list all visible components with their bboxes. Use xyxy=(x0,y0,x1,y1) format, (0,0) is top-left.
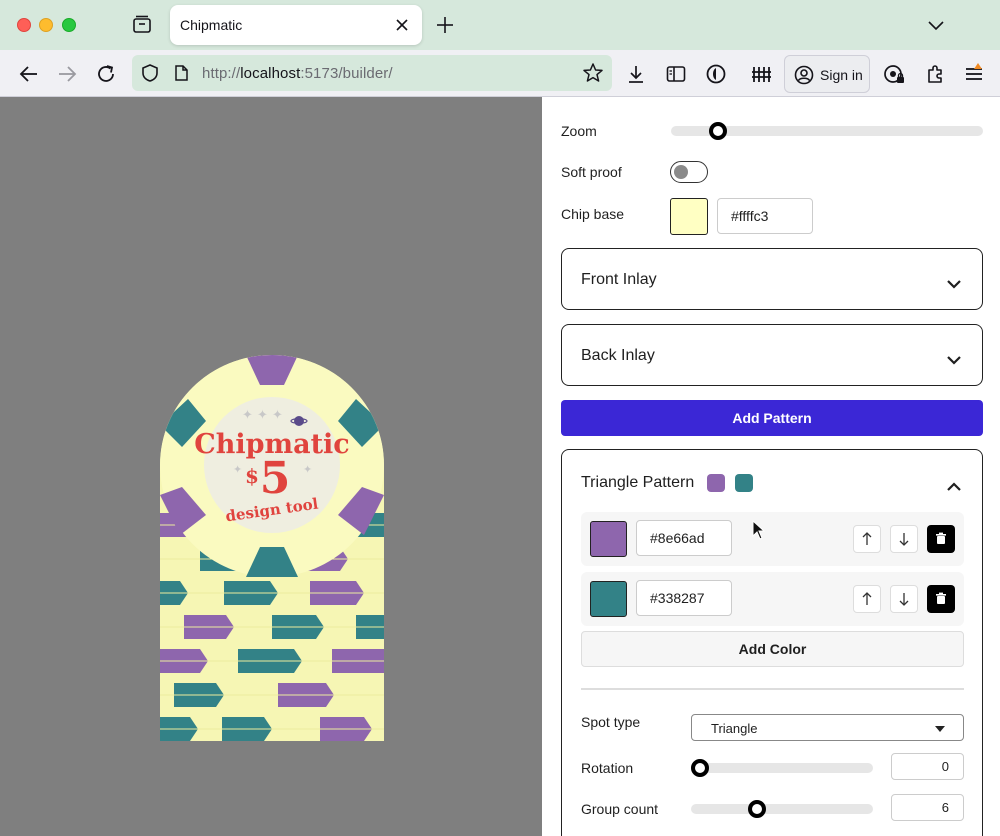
pattern-color-swatch[interactable] xyxy=(590,581,627,617)
rotation-slider[interactable] xyxy=(691,759,873,777)
pattern-color-row: #8e66ad xyxy=(581,512,964,566)
rotation-input[interactable]: 0 xyxy=(891,753,964,780)
move-up-button[interactable] xyxy=(853,525,881,553)
address-bar[interactable]: http://localhost:5173/builder/ xyxy=(132,55,612,91)
mouse-cursor-icon xyxy=(752,520,766,540)
sign-in-label: Sign in xyxy=(820,67,863,83)
spot-type-value: Triangle xyxy=(711,721,758,736)
reload-icon[interactable] xyxy=(94,62,118,86)
arrow-down-icon xyxy=(899,593,909,606)
chip-base-color-swatch[interactable] xyxy=(670,198,708,235)
arrow-up-icon xyxy=(862,592,872,605)
url-text[interactable]: http://localhost:5173/builder/ xyxy=(202,65,393,82)
maximize-window-button[interactable] xyxy=(62,18,76,32)
section-divider xyxy=(581,688,964,690)
rotation-label: Rotation xyxy=(581,760,634,776)
chip-dollar-sign: $ xyxy=(245,464,259,488)
group-count-slider[interactable] xyxy=(691,800,873,818)
reader-view-icon[interactable] xyxy=(664,62,688,86)
back-inlay-accordion[interactable]: Back Inlay xyxy=(561,324,983,386)
svg-text:✦: ✦ xyxy=(233,463,242,476)
move-down-button[interactable] xyxy=(890,525,918,553)
bookmark-star-icon[interactable] xyxy=(582,62,604,84)
pattern-color-row: #338287 xyxy=(581,572,964,626)
extensions-puzzle-icon[interactable] xyxy=(923,62,947,86)
trash-icon xyxy=(936,532,946,544)
sign-in-button[interactable]: Sign in xyxy=(784,55,870,93)
group-count-slider-thumb[interactable] xyxy=(748,800,767,818)
extension-fence-icon[interactable] xyxy=(749,62,773,86)
pattern-color-dot xyxy=(707,474,725,492)
chevron-down-icon[interactable] xyxy=(945,275,963,293)
back-arrow-icon[interactable] xyxy=(17,62,41,86)
svg-text:✦ ✦ ✦: ✦ ✦ ✦ xyxy=(242,408,283,423)
chevron-down-icon[interactable] xyxy=(925,14,947,36)
browser-tab-active[interactable]: Chipmatic xyxy=(170,5,422,45)
chevron-up-icon[interactable] xyxy=(945,478,963,496)
forward-arrow-icon[interactable] xyxy=(55,62,79,86)
extension-globe-icon[interactable] xyxy=(704,62,728,86)
zoom-slider-thumb[interactable] xyxy=(709,122,728,140)
move-up-button[interactable] xyxy=(853,585,881,613)
builder-settings-panel: Zoom Soft proof Chip base #ffffc3 Front … xyxy=(542,97,1000,836)
group-count-label: Group count xyxy=(581,801,659,817)
spot-type-select[interactable]: Triangle xyxy=(691,714,964,741)
chip-preview-canvas[interactable]: ✦ ✦ ✦ Chipmatic $ 5 ✦ ✦ design tool xyxy=(0,97,542,836)
caret-down-icon xyxy=(935,726,945,732)
soft-proof-toggle-knob xyxy=(674,165,688,179)
tab-title: Chipmatic xyxy=(180,17,243,33)
arrow-down-icon xyxy=(899,533,909,546)
soft-proof-label: Soft proof xyxy=(561,164,622,180)
chevron-down-icon[interactable] xyxy=(945,351,963,369)
page-icon[interactable] xyxy=(172,64,190,82)
close-icon[interactable] xyxy=(392,15,412,35)
minimize-window-button[interactable] xyxy=(39,18,53,32)
close-window-button[interactable] xyxy=(17,18,31,32)
browser-tab-bar: Chipmatic xyxy=(0,0,1000,50)
trash-icon xyxy=(936,592,946,604)
add-pattern-button[interactable]: Add Pattern xyxy=(561,400,983,436)
front-inlay-accordion[interactable]: Front Inlay xyxy=(561,248,983,310)
rotation-slider-thumb[interactable] xyxy=(691,759,709,777)
delete-color-button[interactable] xyxy=(927,525,955,553)
tab-overview-icon[interactable] xyxy=(131,14,153,36)
pattern-color-swatch[interactable] xyxy=(590,521,627,557)
account-icon xyxy=(794,65,814,85)
chip-base-hex-input[interactable]: #ffffc3 xyxy=(717,198,813,234)
url-path: :5173/builder/ xyxy=(300,65,393,82)
url-scheme: http:// xyxy=(202,65,241,82)
download-icon[interactable] xyxy=(624,62,648,86)
chip-denomination: 5 xyxy=(260,453,291,504)
vpn-lock-icon[interactable] xyxy=(882,62,906,86)
pattern-color-dot xyxy=(735,474,753,492)
group-count-input[interactable]: 6 xyxy=(891,794,964,821)
browser-nav-bar: http://localhost:5173/builder/ Sign in xyxy=(0,50,1000,97)
chip-base-label: Chip base xyxy=(561,206,625,222)
pattern-color-hex-input[interactable]: #8e66ad xyxy=(636,520,732,556)
soft-proof-toggle[interactable] xyxy=(670,161,708,183)
spot-type-label: Spot type xyxy=(581,714,641,730)
hamburger-menu-icon[interactable] xyxy=(962,62,986,86)
new-tab-plus-icon[interactable] xyxy=(434,14,456,36)
move-down-button[interactable] xyxy=(890,585,918,613)
back-inlay-title: Back Inlay xyxy=(581,347,655,364)
triangle-pattern-title[interactable]: Triangle Pattern xyxy=(581,474,694,492)
zoom-slider[interactable] xyxy=(671,122,983,140)
delete-color-button[interactable] xyxy=(927,585,955,613)
zoom-label: Zoom xyxy=(561,123,597,139)
svg-text:✦: ✦ xyxy=(303,463,312,476)
pattern-color-hex-input[interactable]: #338287 xyxy=(636,580,732,616)
arrow-up-icon xyxy=(862,532,872,545)
triangle-pattern-accordion: Triangle Pattern #8e66ad #338287 Add Col… xyxy=(561,449,983,836)
shield-icon[interactable] xyxy=(140,63,160,83)
chip-stack-preview[interactable]: ✦ ✦ ✦ Chipmatic $ 5 ✦ ✦ design tool xyxy=(160,355,384,741)
add-color-button[interactable]: Add Color xyxy=(581,631,964,667)
url-host: localhost xyxy=(240,65,301,82)
front-inlay-title: Front Inlay xyxy=(581,271,657,288)
